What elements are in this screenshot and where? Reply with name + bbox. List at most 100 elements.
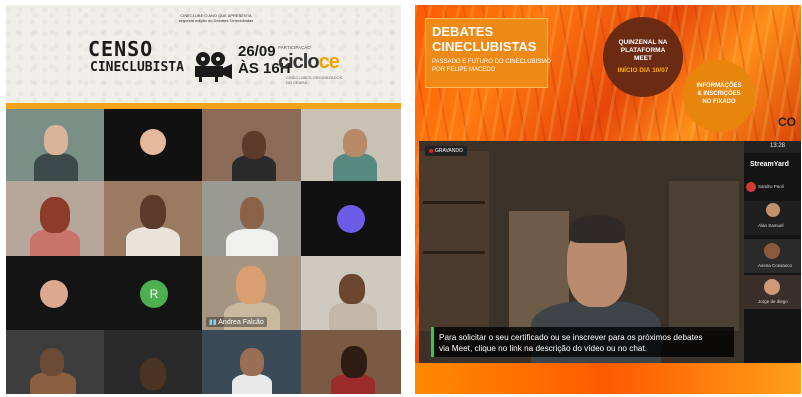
caption-line-1: Para solicitar o seu certificado ou se i…: [439, 333, 703, 342]
main-video: GRAVANDO Para solicitar o seu certificad…: [419, 141, 744, 363]
participant-avatar: [40, 280, 68, 308]
participant-tile[interactable]: [104, 181, 202, 256]
caption-overlay: Para solicitar o seu certificado ou se i…: [431, 327, 734, 357]
bookshelf: [419, 151, 489, 331]
meet-grid-panel: CINECLUBE O ANO QUE APRESENTA segunda ed…: [6, 5, 401, 394]
schedule-line-3: MEET: [633, 55, 653, 62]
subtitle-line-1: PASSADO E FUTURO DO CINECLUBISMO: [432, 59, 551, 65]
participant-name: Andrea Falcão: [218, 319, 264, 326]
guest-name: Jorge de diego: [758, 299, 788, 304]
participant-tile[interactable]: [6, 330, 104, 394]
debates-title: DEBATES CINECLUBISTAS: [432, 24, 536, 54]
mic-icon: ▮▮: [209, 319, 219, 326]
sidebar-guest[interactable]: Jorge de diego: [744, 275, 801, 309]
participant-head: [236, 266, 266, 304]
participant-head: [40, 348, 64, 376]
schedule-line-2: PLATAFORMA: [620, 47, 666, 54]
participant-head: [339, 274, 365, 304]
participant-name-label: ▮▮ Andrea Falcão: [206, 317, 267, 327]
participant-head: [341, 346, 367, 378]
participant-tile[interactable]: [301, 330, 401, 394]
recording-label: GRAVANDO: [435, 148, 463, 154]
participant-head: [44, 125, 68, 155]
subtitle-line-2: POR FELIPE MACEDO: [432, 67, 496, 73]
logo-subtext: CINECLUBES ORGANIZADOS DO CEARÁ: [286, 75, 343, 85]
participant-tile[interactable]: [104, 109, 202, 181]
info-line-1: INFORMAÇÕES: [696, 83, 742, 89]
event-banner: CINECLUBE O ANO QUE APRESENTA segunda ed…: [6, 5, 401, 105]
participant-head: [240, 348, 264, 376]
ciclo-ce-logo: cicloce: [278, 51, 340, 74]
sidebar-guest[interactable]: Sandro Paoli: [744, 175, 801, 201]
censo-subtitle-text: CINECLUBISTA: [90, 60, 184, 75]
participant-tile[interactable]: [104, 330, 202, 394]
censo-subtitle: CINECLUBISTA: [87, 60, 184, 75]
title-line-2: CINECLUBISTAS: [432, 39, 537, 54]
info-line-3: NO FIXADO: [702, 99, 736, 105]
schedule-badge: QUINZENAL NA PLATAFORMA MEET INÍCIO DIA …: [603, 17, 683, 97]
participant-tile[interactable]: [6, 256, 104, 330]
guest-avatar: [764, 279, 780, 295]
streamyard-brand: StreamYard: [750, 161, 789, 168]
participant-tile[interactable]: [6, 109, 104, 181]
guest-avatar: [766, 203, 780, 217]
participation-label: PARTICIPAÇÃO: [278, 45, 311, 50]
participant-head: [140, 358, 166, 390]
participant-tile[interactable]: [301, 181, 401, 256]
info-text: INFORMAÇÕES & INSCRIÇÕES NO FIXADO: [687, 82, 751, 106]
logo-accent: ce: [318, 51, 340, 73]
info-badge: INFORMAÇÕES & INSCRIÇÕES NO FIXADO: [683, 60, 755, 132]
guest-sidebar: 13:28 StreamYard Sandro Paoli Alan Samue…: [744, 141, 801, 363]
record-dot-icon: [429, 148, 433, 153]
participant-head: [140, 195, 166, 229]
guest-name: Sandro Paoli: [758, 184, 784, 189]
participant-head: [40, 197, 70, 233]
participant-tile[interactable]: [301, 109, 401, 181]
stream-panel: DEBATES CINECLUBISTAS PASSADO E FUTURO D…: [415, 5, 801, 394]
participant-body: [333, 153, 377, 181]
initial-avatar: R: [140, 280, 168, 308]
participant-head: [242, 131, 266, 159]
guest-avatar: [764, 243, 780, 259]
participant-tile[interactable]: [202, 181, 301, 256]
participant-body: [232, 374, 272, 394]
participant-body: [30, 229, 80, 256]
participant-head: [343, 129, 367, 157]
guest-name: Alan Samuel: [758, 223, 784, 228]
info-line-2: & INSCRIÇÕES: [697, 91, 741, 97]
schedule-line-1: QUINZENAL NA: [618, 39, 668, 46]
debates-subtitle: PASSADO E FUTURO DO CINECLUBISMO POR FEL…: [432, 58, 557, 74]
title-line-1: DEBATES: [432, 24, 494, 39]
participant-tile[interactable]: [202, 330, 301, 394]
sidebar-guest[interactable]: Asena Cossanco: [744, 239, 801, 273]
participant-avatar: [140, 129, 166, 155]
participant-body: [329, 302, 377, 330]
presents-subline: segunda edição do Debates Cineclubistas: [178, 18, 254, 23]
participant-tile[interactable]: [301, 256, 401, 330]
speaker-hair: [569, 215, 625, 243]
participant-tile[interactable]: [6, 181, 104, 256]
sidebar-guest[interactable]: Alan Samuel: [744, 201, 801, 235]
logo-main: ciclo: [278, 51, 320, 73]
participant-tile[interactable]: [202, 109, 301, 181]
participant-head: [240, 197, 264, 229]
censo-title-text: CENSO: [88, 37, 154, 61]
clock-readout: 13:28: [770, 143, 786, 149]
corner-logo: CO: [778, 115, 796, 129]
start-date: INÍCIO DIA 10/07: [617, 67, 669, 74]
shelf-board: [423, 201, 485, 204]
participant-body: [34, 153, 78, 181]
guest-avatar: [746, 182, 756, 192]
bottom-orange-band: [415, 363, 801, 394]
screenshot-composite: CINECLUBE O ANO QUE APRESENTA segunda ed…: [0, 0, 802, 397]
presents-text: CINECLUBE O ANO QUE APRESENTA segunda ed…: [166, 13, 266, 23]
shelf-board: [423, 251, 485, 254]
film-projector-icon: [195, 52, 232, 82]
participant-body: [126, 227, 180, 256]
participant-tile[interactable]: ▮▮ Andrea Falcão: [202, 256, 301, 330]
participant-tile[interactable]: R: [104, 256, 202, 330]
participant-grid: R ▮▮ Andrea Falcão: [6, 109, 401, 394]
guest-name: Asena Cossanco: [758, 263, 793, 268]
caption-line-2: via Meet, clique no link na descrição do…: [439, 344, 647, 353]
recording-badge: GRAVANDO: [425, 146, 467, 156]
